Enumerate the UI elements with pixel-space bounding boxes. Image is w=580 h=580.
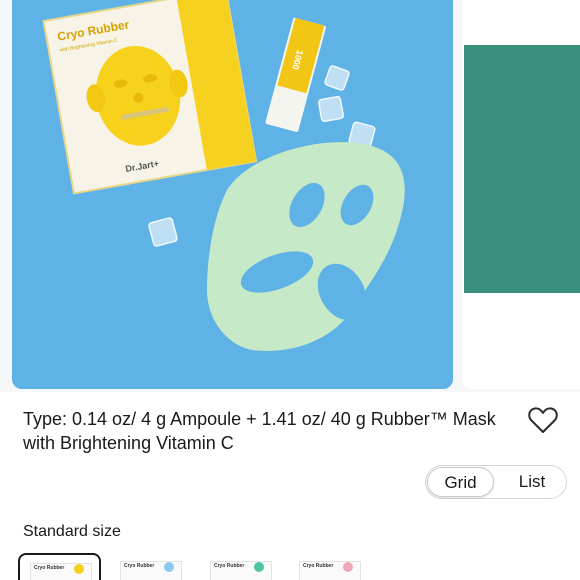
next-image-fill bbox=[464, 45, 580, 293]
variant-swatch[interactable]: Cryo Rubber bbox=[289, 553, 372, 580]
image-carousel[interactable]: Cryo Rubber with Brightening Vitamin C D… bbox=[0, 0, 580, 392]
product-image[interactable]: Cryo Rubber with Brightening Vitamin C D… bbox=[12, 0, 453, 389]
grid-view-option[interactable]: Grid bbox=[427, 467, 494, 497]
variant-color-dot bbox=[343, 562, 353, 572]
variant-group-label: Standard size bbox=[23, 523, 121, 540]
list-view-option[interactable]: List bbox=[496, 466, 568, 498]
variant-color-dot bbox=[74, 564, 84, 574]
variant-brand-label: Cryo Rubber bbox=[303, 563, 334, 569]
product-title: Type: 0.14 oz/ 4 g Ampoule + 1.41 oz/ 40… bbox=[23, 409, 496, 453]
variant-color-dot bbox=[164, 562, 174, 572]
variant-swatch[interactable]: Cryo Rubber bbox=[110, 553, 193, 580]
heart-outline-icon[interactable] bbox=[527, 405, 559, 435]
variant-color-dot bbox=[254, 562, 264, 572]
variant-swatches: Cryo Rubber Cryo Rubber Cryo Rubber Cryo… bbox=[18, 553, 418, 580]
variant-brand-label: Cryo Rubber bbox=[124, 563, 155, 569]
product-photo-illustration: Cryo Rubber with Brightening Vitamin C D… bbox=[12, 0, 453, 389]
next-product-image[interactable] bbox=[462, 0, 580, 389]
variant-brand-label: Cryo Rubber bbox=[214, 563, 245, 569]
variant-brand-label: Cryo Rubber bbox=[34, 565, 65, 571]
view-toggle: Grid List bbox=[425, 465, 567, 499]
variant-swatch-selected[interactable]: Cryo Rubber bbox=[18, 553, 101, 580]
variant-swatch[interactable]: Cryo Rubber bbox=[200, 553, 283, 580]
